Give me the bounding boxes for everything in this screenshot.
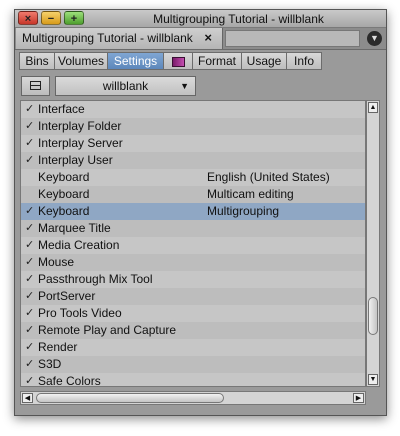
setting-name: Interplay Folder bbox=[38, 119, 122, 133]
chevron-down-circle-icon[interactable]: ▼ bbox=[367, 31, 382, 46]
chevron-down-icon: ▼ bbox=[180, 81, 189, 91]
check-icon: ✓ bbox=[25, 222, 35, 234]
tab-info[interactable]: Info bbox=[286, 52, 322, 70]
list-item[interactable]: ✓ Media Creation bbox=[21, 237, 365, 254]
setting-name: S3D bbox=[38, 357, 62, 371]
settings-toolbar: willblank ▼ bbox=[15, 74, 386, 100]
list-item[interactable]: ✓ Safe Colors bbox=[21, 373, 365, 387]
list-item[interactable]: ✓ Interplay Folder bbox=[21, 118, 365, 135]
zoom-window-button[interactable]: + bbox=[64, 11, 84, 25]
list-item[interactable]: ✓ Interface bbox=[21, 101, 365, 118]
horizontal-scroll-thumb[interactable] bbox=[36, 393, 224, 403]
tab-project-media[interactable] bbox=[163, 52, 193, 70]
list-item[interactable]: ✓ Render bbox=[21, 339, 365, 356]
list-item[interactable]: ✓ Pro Tools Video bbox=[21, 305, 365, 322]
setting-value: Multicam editing bbox=[207, 187, 294, 201]
list-item[interactable]: ✓ Mouse bbox=[21, 254, 365, 271]
check-icon: ✓ bbox=[25, 154, 35, 166]
tab-label: Multigrouping Tutorial - willblank bbox=[22, 31, 193, 45]
close-window-button[interactable]: × bbox=[18, 11, 38, 25]
user-select[interactable]: willblank ▼ bbox=[55, 76, 196, 96]
window-title: Multigrouping Tutorial - willblank bbox=[153, 12, 324, 26]
scroll-up-icon[interactable]: ▲ bbox=[368, 102, 378, 113]
document-tab-bar: Multigrouping Tutorial - willblank × ▼ bbox=[15, 28, 386, 50]
setting-name: Remote Play and Capture bbox=[38, 323, 177, 337]
tab-settings[interactable]: Settings bbox=[107, 52, 164, 70]
list-item[interactable]: Keyboard Multicam editing bbox=[21, 186, 365, 203]
check-icon: ✓ bbox=[25, 307, 35, 319]
vertical-scrollbar[interactable]: ▲ ▼ bbox=[366, 100, 380, 387]
tab-multigrouping-tutorial[interactable]: Multigrouping Tutorial - willblank × bbox=[16, 28, 223, 49]
setting-name: Keyboard bbox=[38, 204, 90, 218]
tab-format[interactable]: Format bbox=[192, 52, 242, 70]
settings-window: × − + Multigrouping Tutorial - willblank… bbox=[14, 9, 387, 416]
scroll-right-icon[interactable]: ▶ bbox=[353, 393, 364, 403]
setting-name: Interface bbox=[38, 102, 85, 116]
empty-tab-slot bbox=[225, 30, 360, 47]
check-icon: ✓ bbox=[25, 120, 35, 132]
check-icon: ✓ bbox=[25, 205, 35, 217]
project-subtabs: Bins Volumes Settings Format Usage Info bbox=[19, 52, 382, 71]
list-item[interactable]: ✓ Remote Play and Capture bbox=[21, 322, 365, 339]
vertical-scroll-thumb[interactable] bbox=[368, 297, 378, 335]
project-media-icon bbox=[171, 57, 185, 67]
check-icon: ✓ bbox=[25, 358, 35, 370]
tab-close-icon[interactable]: × bbox=[204, 28, 212, 48]
check-icon: ✓ bbox=[25, 256, 35, 268]
check-icon: ✓ bbox=[25, 273, 35, 285]
scroll-down-icon[interactable]: ▼ bbox=[368, 374, 378, 385]
check-icon: ✓ bbox=[25, 137, 35, 149]
setting-name: PortServer bbox=[38, 289, 96, 303]
check-icon: ✓ bbox=[25, 375, 35, 387]
setting-name: Render bbox=[38, 340, 78, 354]
setting-name: Mouse bbox=[38, 255, 75, 269]
scroll-left-icon[interactable]: ◀ bbox=[22, 393, 33, 403]
title-bar[interactable]: × − + Multigrouping Tutorial - willblank bbox=[15, 10, 386, 28]
tab-bins[interactable]: Bins bbox=[19, 52, 55, 70]
list-item[interactable]: ✓ PortServer bbox=[21, 288, 365, 305]
horizontal-scrollbar[interactable]: ◀ ▶ bbox=[20, 391, 366, 405]
setting-name: Interplay Server bbox=[38, 136, 123, 150]
setting-name: Interplay User bbox=[38, 153, 113, 167]
list-item[interactable]: ✓ Interplay Server bbox=[21, 135, 365, 152]
setting-name: Passthrough Mix Tool bbox=[38, 272, 153, 286]
view-toggle-button[interactable] bbox=[21, 76, 50, 96]
setting-value: Multigrouping bbox=[207, 204, 280, 218]
minimize-window-button[interactable]: − bbox=[41, 11, 61, 25]
setting-value: English (United States) bbox=[207, 170, 330, 184]
user-select-value: willblank bbox=[102, 79, 149, 93]
check-icon: ✓ bbox=[25, 239, 35, 251]
check-icon: ✓ bbox=[25, 341, 35, 353]
check-icon: ✓ bbox=[25, 103, 35, 115]
tab-volumes[interactable]: Volumes bbox=[54, 52, 108, 70]
check-icon: ✓ bbox=[25, 324, 35, 336]
check-icon: ✓ bbox=[25, 290, 35, 302]
tab-usage[interactable]: Usage bbox=[241, 52, 287, 70]
setting-name: Keyboard bbox=[38, 187, 90, 201]
list-item-selected[interactable]: ✓ Keyboard Multigrouping bbox=[21, 203, 365, 220]
list-item[interactable]: ✓ Marquee Title bbox=[21, 220, 365, 237]
list-item[interactable]: ✓ Interplay User bbox=[21, 152, 365, 169]
list-item[interactable]: ✓ S3D bbox=[21, 356, 365, 373]
list-item[interactable]: ✓ Passthrough Mix Tool bbox=[21, 271, 365, 288]
list-view-icon bbox=[30, 81, 41, 90]
settings-list: ✓ Interface ✓ Interplay Folder ✓ Interplay … bbox=[20, 100, 366, 387]
setting-name: Pro Tools Video bbox=[38, 306, 122, 320]
setting-name: Media Creation bbox=[38, 238, 120, 252]
list-item[interactable]: Keyboard English (United States) bbox=[21, 169, 365, 186]
setting-name: Keyboard bbox=[38, 170, 90, 184]
setting-name: Marquee Title bbox=[38, 221, 111, 235]
setting-name: Safe Colors bbox=[38, 374, 101, 387]
